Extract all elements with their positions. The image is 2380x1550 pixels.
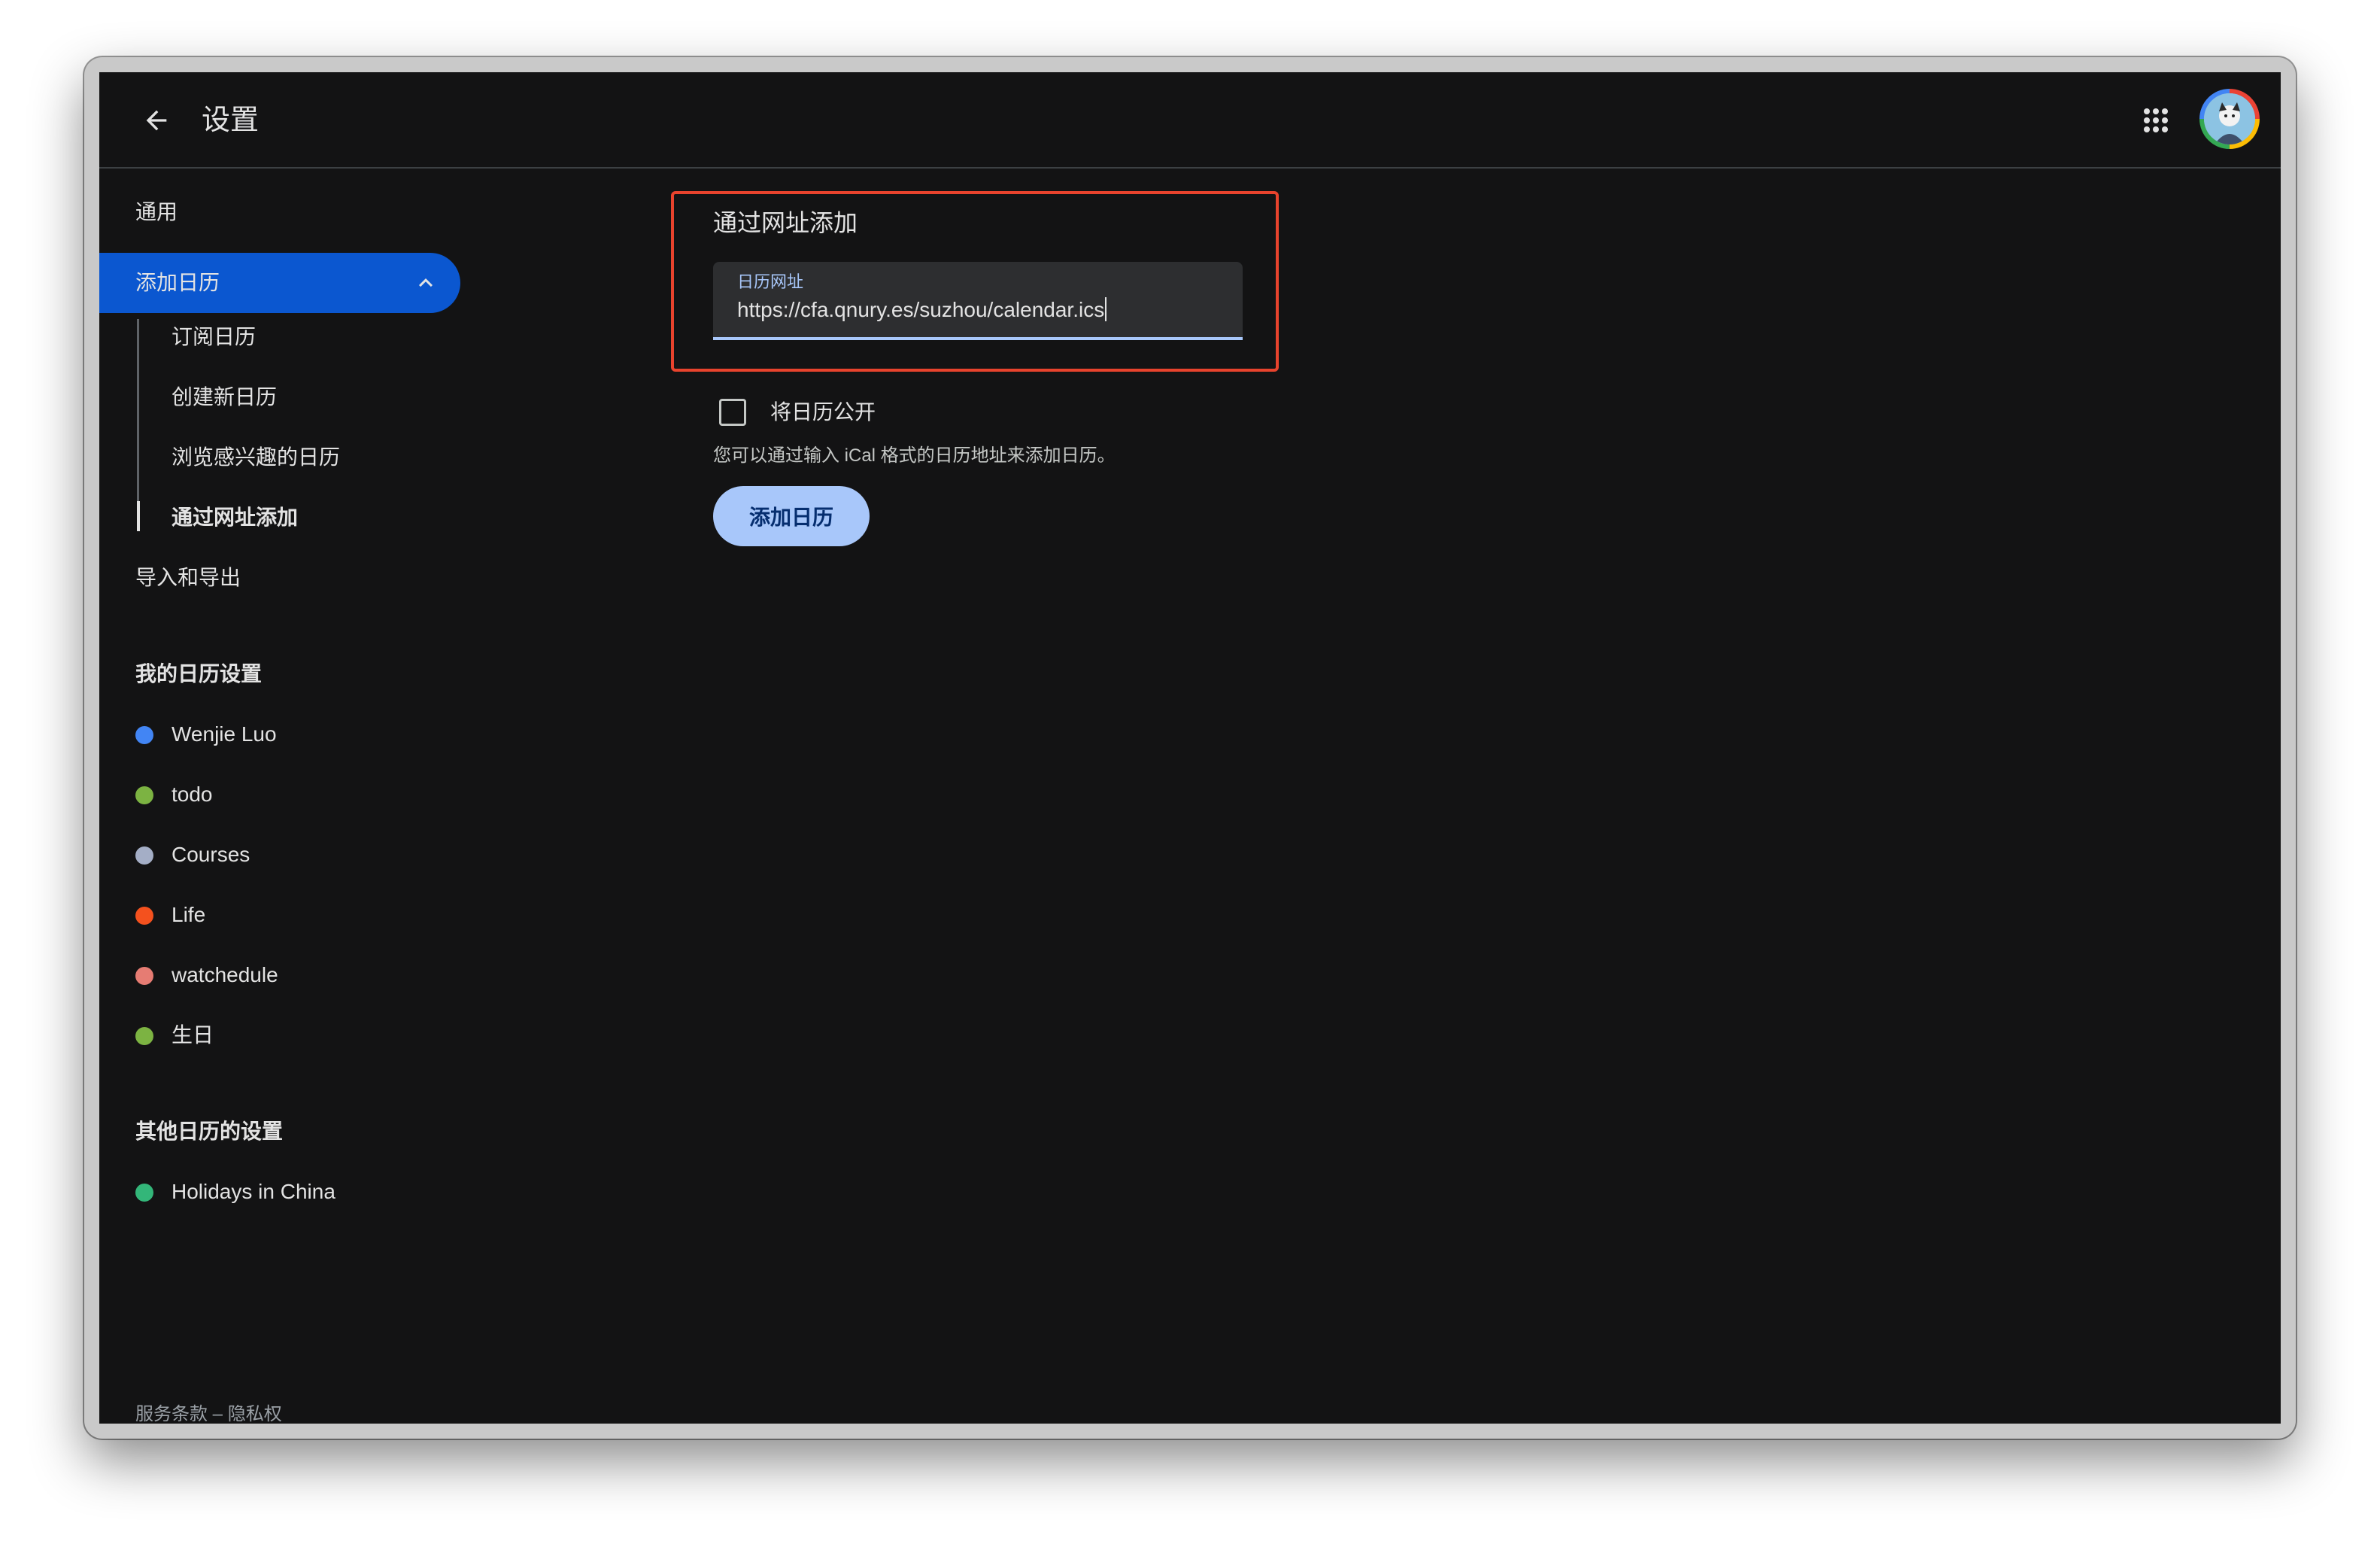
apps-grid-icon <box>2144 108 2168 132</box>
settings-sidebar: 通用 添加日历 订阅日历 创建新日历 浏览感兴趣的日历 通过网址添加 导入和导出… <box>99 169 490 1424</box>
nav-subscribe-calendar[interactable]: 订阅日历 <box>172 322 256 352</box>
chevron-up-icon[interactable] <box>412 269 439 296</box>
calendar-color-dot <box>135 726 153 744</box>
make-public-label[interactable]: 将日历公开 <box>770 397 876 427</box>
footer-separator: – <box>212 1404 223 1424</box>
settings-window: 设置 通用 添加日历 订阅日历 创建新日历 浏览感兴趣的日历 通过网址添加 导入… <box>99 72 2281 1424</box>
calendar-url-field[interactable]: 日历网址 https://cfa.qnury.es/suzhou/calenda… <box>713 262 1243 340</box>
calendar-color-dot <box>135 907 153 925</box>
back-button[interactable] <box>135 99 178 141</box>
other-calendars-heading: 其他日历的设置 <box>135 1120 284 1143</box>
add-calendar-button[interactable]: 添加日历 <box>713 486 870 546</box>
nav-general[interactable]: 通用 <box>135 197 178 227</box>
arrow-left-icon <box>146 110 167 131</box>
calendar-name: Life <box>172 903 206 926</box>
calendar-url-label: 日历网址 <box>737 272 804 291</box>
privacy-link[interactable]: 隐私权 <box>228 1404 282 1424</box>
calendar-name: Holidays in China <box>172 1180 335 1203</box>
submenu-active-indicator <box>137 501 140 531</box>
nav-add-by-url[interactable]: 通过网址添加 <box>172 503 298 533</box>
terms-link[interactable]: 服务条款 <box>135 1404 208 1424</box>
calendar-color-dot <box>135 786 153 804</box>
my-calendars-heading: 我的日历设置 <box>135 662 263 685</box>
top-app-bar: 设置 <box>99 72 2281 169</box>
helper-text: 您可以通过输入 iCal 格式的日历地址来添加日历。 <box>713 445 1116 466</box>
section-heading: 通过网址添加 <box>713 209 858 236</box>
calendar-color-dot <box>135 1027 153 1045</box>
nav-import-export[interactable]: 导入和导出 <box>135 563 241 593</box>
nav-add-calendar-label: 添加日历 <box>135 271 220 294</box>
calendar-color-dot <box>135 846 153 865</box>
nav-create-calendar[interactable]: 创建新日历 <box>172 382 277 412</box>
calendar-color-dot <box>135 1184 153 1202</box>
apps-button[interactable] <box>2138 102 2174 138</box>
avatar-image <box>2204 93 2255 144</box>
calendar-name: Wenjie Luo <box>172 722 277 746</box>
calendar-color-dot <box>135 967 153 985</box>
calendar-name: watchedule <box>172 963 278 986</box>
calendar-url-input[interactable]: https://cfa.qnury.es/suzhou/calendar.ics <box>737 295 1107 325</box>
footer-links: 服务条款 – 隐私权 <box>135 1403 282 1424</box>
make-public-checkbox[interactable] <box>719 399 746 426</box>
submenu-guide-line <box>137 319 139 530</box>
page-title: 设置 <box>202 105 260 136</box>
account-avatar[interactable] <box>2199 89 2260 149</box>
calendar-name: Courses <box>172 843 250 866</box>
calendar-name: todo <box>172 783 213 806</box>
calendar-name: 生日 <box>172 1023 214 1047</box>
nav-browse-calendars[interactable]: 浏览感兴趣的日历 <box>172 442 340 473</box>
nav-add-calendar[interactable]: 添加日历 <box>99 253 460 313</box>
